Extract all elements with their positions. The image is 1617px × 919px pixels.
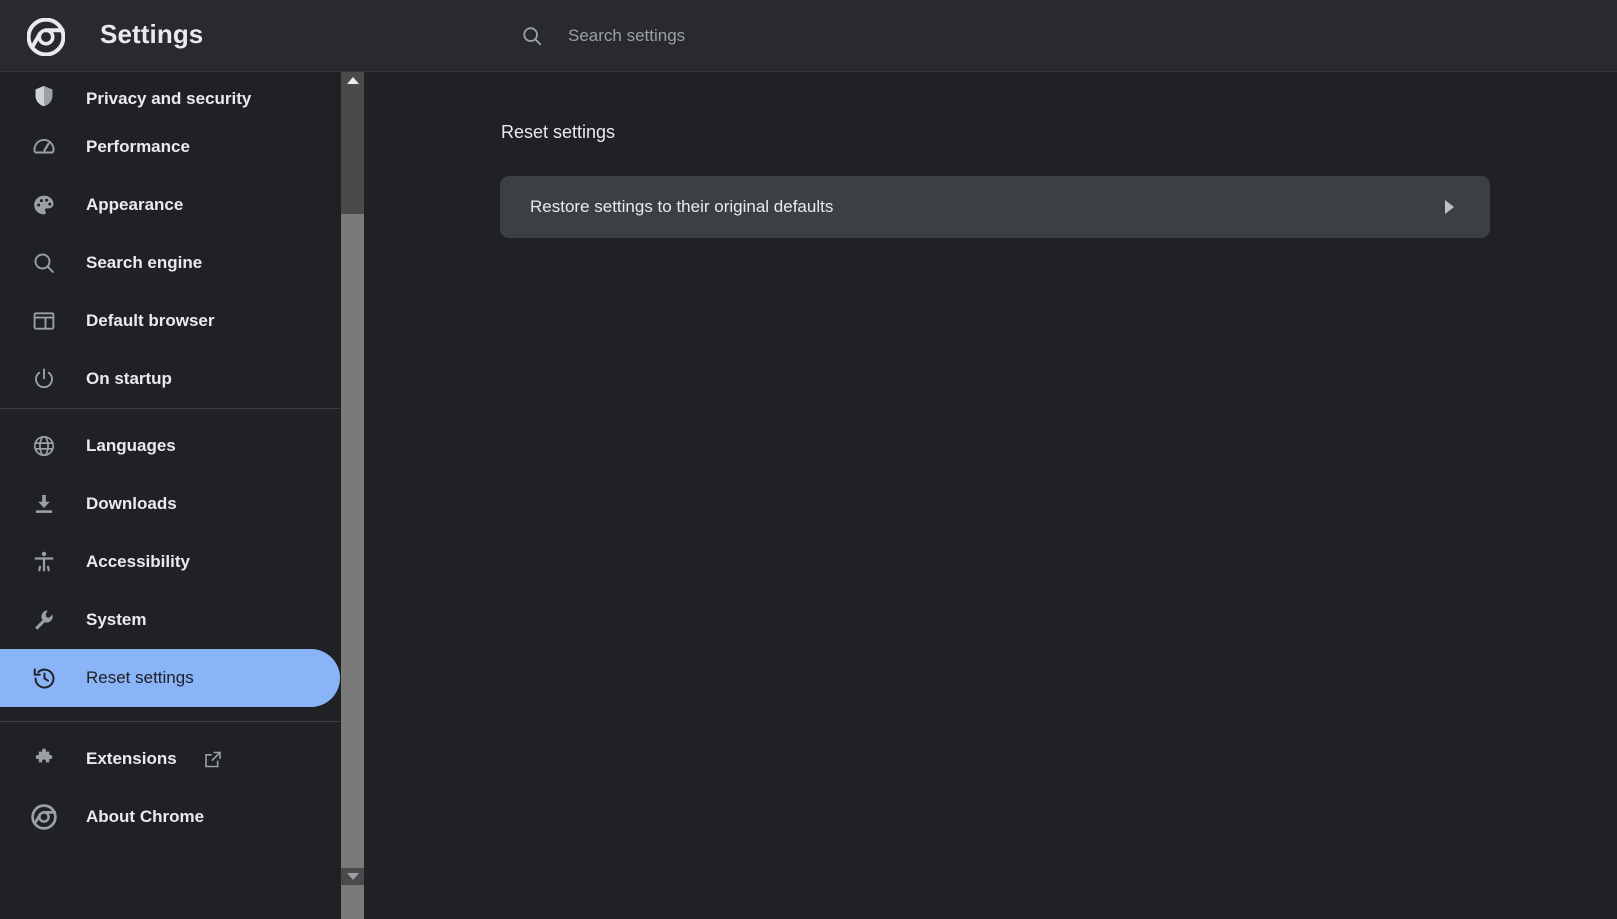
sidebar-item-appearance[interactable]: Appearance	[0, 176, 340, 234]
sidebar-item-label: Extensions	[86, 749, 177, 768]
shield-icon	[31, 83, 57, 109]
download-icon	[31, 491, 57, 517]
restore-defaults-label: Restore settings to their original defau…	[530, 197, 834, 216]
search-bar[interactable]	[500, 11, 1490, 61]
chrome-logo-icon	[31, 804, 57, 830]
sidebar-item-about-chrome[interactable]: About Chrome	[0, 788, 340, 846]
sidebar-item-label: Reset settings	[86, 668, 194, 687]
sidebar-item-privacy-and-security[interactable]: Privacy and security	[0, 72, 340, 118]
settings-sidebar[interactable]: Privacy and security Performance Appeara…	[0, 72, 340, 885]
sidebar-item-accessibility[interactable]: Accessibility	[0, 533, 340, 591]
settings-header: Settings	[0, 0, 1617, 72]
browser-icon	[31, 308, 57, 334]
search-input[interactable]	[568, 11, 1468, 61]
restore-defaults-row[interactable]: Restore settings to their original defau…	[500, 176, 1490, 238]
sidebar-group-1: Privacy and security Performance Appeara…	[0, 72, 340, 408]
chevron-right-icon	[1445, 200, 1454, 214]
sidebar-item-label: Downloads	[86, 494, 177, 513]
sidebar-item-search-engine[interactable]: Search engine	[0, 234, 340, 292]
page-title: Settings	[100, 19, 204, 49]
sidebar-item-performance[interactable]: Performance	[0, 118, 340, 176]
sidebar-item-label: About Chrome	[86, 807, 205, 826]
search-icon	[31, 250, 57, 276]
sidebar-item-system[interactable]: System	[0, 591, 340, 649]
wrench-icon	[31, 607, 57, 633]
sidebar-group-2: Languages Downloads Accessibility System…	[0, 409, 340, 707]
sidebar-item-label: System	[86, 610, 147, 629]
sidebar-item-languages[interactable]: Languages	[0, 417, 340, 475]
sidebar-item-on-startup[interactable]: On startup	[0, 350, 340, 408]
sidebar-item-default-browser[interactable]: Default browser	[0, 292, 340, 350]
scroll-up-arrow-icon[interactable]	[341, 72, 364, 89]
main-content: Reset settings Restore settings to their…	[364, 72, 1617, 885]
puzzle-icon	[31, 746, 57, 772]
section-title: Reset settings	[501, 122, 616, 142]
sidebar-item-extensions[interactable]: Extensions	[0, 730, 340, 788]
sidebar-item-downloads[interactable]: Downloads	[0, 475, 340, 533]
sidebar-group-3: Extensions About Chrome	[0, 722, 340, 846]
sidebar-item-label: Privacy and security	[86, 89, 252, 108]
sidebar-item-label: Accessibility	[86, 552, 190, 571]
sidebar-item-label: Default browser	[86, 311, 215, 330]
sidebar-item-label: Performance	[86, 137, 190, 156]
chrome-logo-icon	[26, 17, 66, 57]
sidebar-scrollbar[interactable]	[341, 72, 364, 919]
search-icon	[521, 25, 543, 47]
history-icon	[31, 665, 57, 691]
sidebar-item-label: Search engine	[86, 253, 203, 272]
gauge-icon	[31, 134, 57, 160]
power-icon	[31, 366, 57, 392]
scrollbar-thumb[interactable]	[341, 214, 364, 919]
sidebar-item-label: Appearance	[86, 195, 184, 214]
palette-icon	[31, 192, 57, 218]
sidebar-item-label: Languages	[86, 436, 176, 455]
scroll-down-arrow-icon[interactable]	[341, 868, 364, 885]
accessibility-icon	[31, 549, 57, 575]
sidebar-item-label: On startup	[86, 369, 172, 388]
open-in-new-icon[interactable]	[203, 749, 223, 769]
globe-icon	[31, 433, 57, 459]
sidebar-item-reset-settings[interactable]: Reset settings	[0, 649, 340, 707]
